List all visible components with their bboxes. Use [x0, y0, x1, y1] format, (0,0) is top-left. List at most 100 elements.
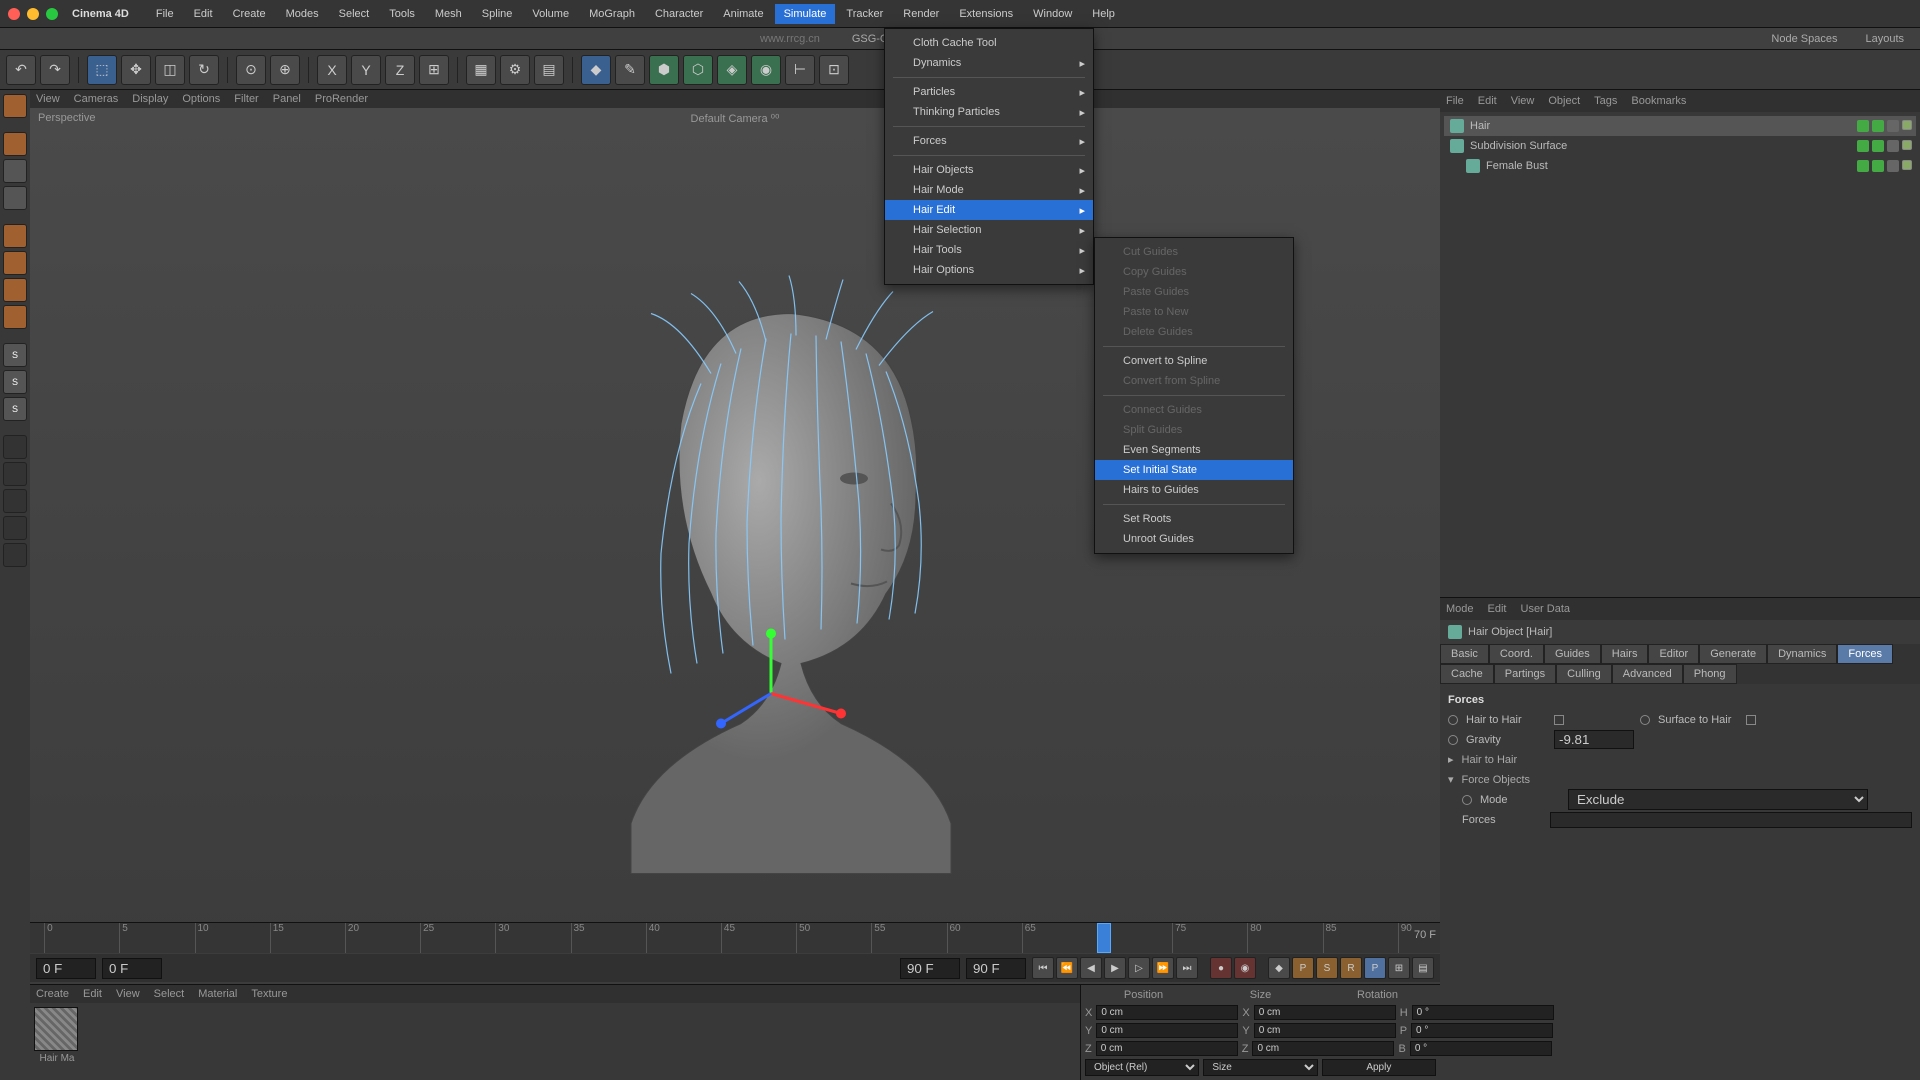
sim-item-dynamics[interactable]: Dynamics [885, 53, 1093, 73]
menu-volume[interactable]: Volume [523, 4, 578, 24]
z-axis-button[interactable]: Z [385, 55, 415, 85]
attr-tab-dynamics[interactable]: Dynamics [1767, 644, 1837, 664]
hair-edit-set-initial-state[interactable]: Set Initial State [1095, 460, 1293, 480]
zoom-icon[interactable] [46, 8, 58, 20]
menu-tools[interactable]: Tools [380, 4, 424, 24]
key-mode-button[interactable]: ◆ [1268, 957, 1290, 979]
attr-tab-advanced[interactable]: Advanced [1612, 664, 1683, 684]
sim-item-hair-mode[interactable]: Hair Mode [885, 180, 1093, 200]
locked-workplane[interactable] [3, 435, 27, 459]
hair-edit-hairs-to-guides[interactable]: Hairs to Guides [1095, 480, 1293, 500]
menu-character[interactable]: Character [646, 4, 712, 24]
isoline-button[interactable] [3, 543, 27, 567]
rot-p-input[interactable] [1411, 1023, 1553, 1038]
minimize-icon[interactable] [27, 8, 39, 20]
size-z-input[interactable] [1252, 1041, 1394, 1056]
timeline-end-field[interactable] [900, 958, 960, 979]
render-settings-button[interactable]: ⚙ [500, 55, 530, 85]
timeline-end2-field[interactable] [966, 958, 1026, 979]
render-view-button[interactable]: ▦ [466, 55, 496, 85]
vp-menu-panel[interactable]: Panel [273, 93, 301, 105]
make-editable-button[interactable] [3, 94, 27, 118]
goto-start-button[interactable]: ⏮ [1032, 957, 1054, 979]
model-mode-button[interactable] [3, 132, 27, 156]
attr-tab-generate[interactable]: Generate [1699, 644, 1767, 664]
vp-menu-display[interactable]: Display [132, 93, 168, 105]
sim-item-forces[interactable]: Forces [885, 131, 1093, 151]
menu-simulate[interactable]: Simulate [775, 4, 836, 24]
obj-menu-file[interactable]: File [1446, 95, 1464, 107]
mat-menu-select[interactable]: Select [154, 988, 185, 1000]
menu-render[interactable]: Render [894, 4, 948, 24]
attr-menu-mode[interactable]: Mode [1446, 603, 1474, 615]
sim-item-hair-edit[interactable]: Hair Edit [885, 200, 1093, 220]
snap-button[interactable]: ⊢ [785, 55, 815, 85]
tree-row[interactable]: Subdivision Surface [1444, 136, 1916, 156]
x-axis-button[interactable]: X [317, 55, 347, 85]
play-button[interactable]: ▶ [1104, 957, 1126, 979]
coord-system-button[interactable]: ⊞ [419, 55, 449, 85]
vp-menu-filter[interactable]: Filter [234, 93, 258, 105]
menu-mesh[interactable]: Mesh [426, 4, 471, 24]
attr-tab-guides[interactable]: Guides [1544, 644, 1601, 664]
close-icon[interactable] [8, 8, 20, 20]
hair-edit-convert-to-spline[interactable]: Convert to Spline [1095, 351, 1293, 371]
attr-tab-cache[interactable]: Cache [1440, 664, 1494, 684]
menu-mograph[interactable]: MoGraph [580, 4, 644, 24]
redo-button[interactable]: ↷ [40, 55, 70, 85]
sim-item-particles[interactable]: Particles [885, 82, 1093, 102]
attr-tab-culling[interactable]: Culling [1556, 664, 1612, 684]
tree-row[interactable]: Female Bust [1444, 156, 1916, 176]
hair-edit-unroot-guides[interactable]: Unroot Guides [1095, 529, 1293, 549]
primitive-button[interactable]: ◆ [581, 55, 611, 85]
key-options-button[interactable]: ⊞ [1388, 957, 1410, 979]
timeline-cursor[interactable] [1097, 923, 1111, 953]
attr-tab-coord[interactable]: Coord. [1489, 644, 1544, 664]
obj-menu-tags[interactable]: Tags [1594, 95, 1617, 107]
autokey-button[interactable]: ◉ [1234, 957, 1256, 979]
timeline-current-field[interactable] [102, 958, 162, 979]
attr-tab-basic[interactable]: Basic [1440, 644, 1489, 664]
attr-menu-user-data[interactable]: User Data [1521, 603, 1571, 615]
tree-row[interactable]: Hair [1444, 116, 1916, 136]
obj-menu-edit[interactable]: Edit [1478, 95, 1497, 107]
move-tool[interactable]: ✥ [121, 55, 151, 85]
select-tool[interactable]: ⬚ [87, 55, 117, 85]
forces-list[interactable] [1550, 812, 1912, 828]
timeline[interactable]: 05101520253035404550556065707580859070 F [30, 922, 1440, 952]
vp-menu-view[interactable]: View [36, 93, 60, 105]
menu-spline[interactable]: Spline [473, 4, 522, 24]
mat-menu-create[interactable]: Create [36, 988, 69, 1000]
menu-window[interactable]: Window [1024, 4, 1081, 24]
sim-item-thinking-particles[interactable]: Thinking Particles [885, 102, 1093, 122]
menu-edit[interactable]: Edit [185, 4, 222, 24]
size-x-input[interactable] [1254, 1005, 1396, 1020]
pen-tool[interactable]: ✎ [615, 55, 645, 85]
surface-to-hair-check[interactable] [1746, 715, 1756, 725]
scale-key-button[interactable]: S [1316, 957, 1338, 979]
goto-end-button[interactable]: ⏭ [1176, 957, 1198, 979]
hair-to-hair-radio[interactable] [1448, 715, 1458, 725]
gravity-input[interactable] [1554, 730, 1634, 749]
last-tool[interactable]: ⊙ [236, 55, 266, 85]
sim-item-hair-options[interactable]: Hair Options [885, 260, 1093, 280]
attr-tab-phong[interactable]: Phong [1683, 664, 1737, 684]
obj-menu-view[interactable]: View [1511, 95, 1535, 107]
menu-file[interactable]: File [147, 4, 183, 24]
edge-mode-button[interactable] [3, 251, 27, 275]
material-thumb[interactable]: Hair Ma [34, 1007, 80, 1064]
attr-tab-hairs[interactable]: Hairs [1601, 644, 1649, 664]
vp-menu-cameras[interactable]: Cameras [74, 93, 119, 105]
texture-mode-button[interactable] [3, 159, 27, 183]
menu-create[interactable]: Create [224, 4, 275, 24]
rot-h-input[interactable] [1412, 1005, 1554, 1020]
goto-next-key-button[interactable]: ⏩ [1152, 957, 1174, 979]
sim-item-hair-selection[interactable]: Hair Selection [885, 220, 1093, 240]
menu-animate[interactable]: Animate [714, 4, 772, 24]
force-objects-group[interactable]: ▾ Force Objects [1448, 770, 1912, 790]
attr-tab-editor[interactable]: Editor [1648, 644, 1699, 664]
workplane-button[interactable]: ⊡ [819, 55, 849, 85]
rot-b-input[interactable] [1410, 1041, 1552, 1056]
timeline-start-field[interactable] [36, 958, 96, 979]
sim-item-cloth-cache-tool[interactable]: Cloth Cache Tool [885, 33, 1093, 53]
